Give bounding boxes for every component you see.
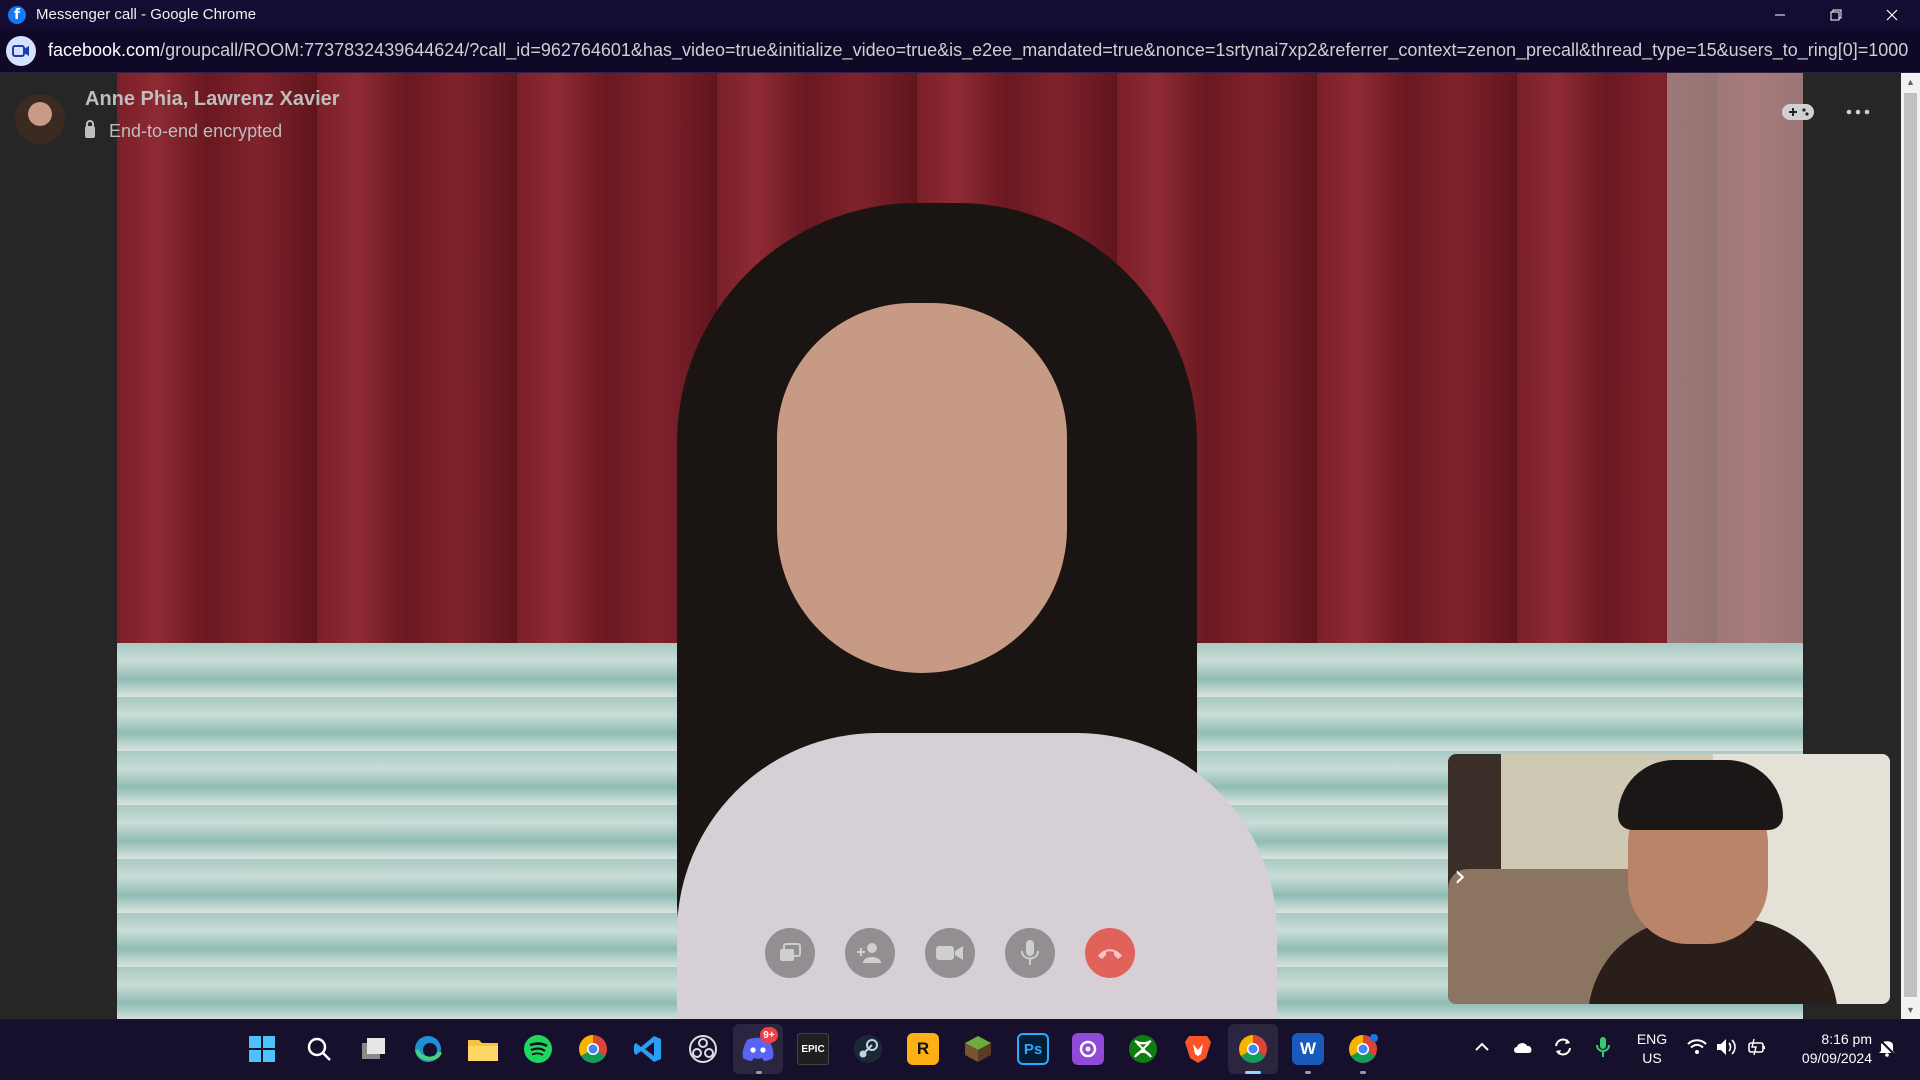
restore-button[interactable]	[1808, 0, 1864, 29]
url-host: facebook.com	[48, 40, 161, 60]
steam-icon[interactable]	[852, 1033, 884, 1065]
share-screen-button[interactable]	[765, 928, 815, 978]
phone-hangup-icon	[1098, 949, 1122, 959]
more-options-button[interactable]	[1840, 99, 1876, 125]
window-title: Messenger call - Google Chrome	[36, 6, 257, 23]
share-screen-icon	[780, 943, 801, 961]
avatar[interactable]	[15, 94, 65, 144]
minimize-button[interactable]	[1752, 0, 1808, 29]
minecraft-icon[interactable]	[962, 1033, 994, 1065]
taskbar	[0, 1019, 1920, 1080]
encryption-text: End-to-end encrypted	[109, 121, 283, 141]
minimize-icon	[1775, 14, 1785, 15]
region-code: US	[1642, 1050, 1662, 1066]
chrome-icon[interactable]	[1347, 1033, 1379, 1065]
language-code: ENG	[1636, 1031, 1668, 1047]
chrome-icon[interactable]	[577, 1033, 609, 1065]
add-people-button[interactable]	[845, 928, 895, 978]
chrome-icon[interactable]	[1237, 1033, 1269, 1065]
remote-participant	[777, 303, 1067, 673]
lock-icon	[85, 119, 95, 138]
edge-icon[interactable]	[412, 1033, 444, 1065]
rockstar-icon[interactable]: R	[907, 1033, 939, 1065]
url-path: /groupcall/ROOM:7737832439644624/?call_i…	[160, 40, 1908, 60]
encryption-status: End-to-end encrypted	[85, 119, 283, 142]
facebook-icon: f	[8, 5, 26, 24]
address-bar[interactable]: facebook.com/groupcall/ROOM:773783243964…	[0, 29, 1920, 73]
notification-bell-icon[interactable]	[1876, 1036, 1898, 1058]
spotify-icon[interactable]	[522, 1033, 554, 1065]
obs-icon[interactable]	[687, 1033, 719, 1065]
self-view-video[interactable]: ›	[1448, 754, 1890, 1004]
microphone-in-use-icon[interactable]	[1592, 1036, 1614, 1058]
chevron-up-icon[interactable]	[1471, 1036, 1493, 1058]
word-icon[interactable]: W	[1292, 1033, 1324, 1065]
page-scrollbar[interactable]: ▲ ▼	[1901, 73, 1920, 1019]
scroll-thumb[interactable]	[1904, 93, 1917, 997]
video-button[interactable]	[925, 928, 975, 978]
scroll-up-icon[interactable]: ▲	[1901, 73, 1920, 91]
video-camera-icon	[936, 946, 963, 960]
restore-icon	[1830, 9, 1842, 20]
folder-icon[interactable]	[467, 1033, 499, 1065]
photoshop-icon[interactable]: Ps	[1017, 1033, 1049, 1065]
url-text[interactable]: facebook.com/groupcall/ROOM:773783243964…	[48, 40, 1908, 61]
microphone-button[interactable]	[1005, 928, 1055, 978]
microphone-icon	[1021, 940, 1039, 965]
scroll-down-icon[interactable]: ▼	[1901, 1001, 1920, 1019]
epic-games-icon[interactable]: EPIC	[797, 1033, 829, 1065]
windows-icon[interactable]	[246, 1033, 278, 1065]
discord-badge: 9+	[760, 1027, 778, 1043]
title-bar: f Messenger call - Google Chrome	[0, 0, 1920, 29]
close-icon	[1886, 9, 1898, 20]
more-options-icon	[1846, 109, 1870, 115]
close-window-button[interactable]	[1864, 0, 1920, 29]
battery-icon[interactable]	[1746, 1036, 1768, 1058]
clock-date: 09/09/2024	[1801, 1050, 1872, 1066]
brave-icon[interactable]	[1182, 1033, 1214, 1065]
games-icon	[1782, 104, 1814, 120]
search-icon[interactable]	[303, 1033, 335, 1065]
volume-icon[interactable]	[1716, 1036, 1738, 1058]
sync-icon[interactable]	[1552, 1036, 1574, 1058]
cloud-icon[interactable]	[1512, 1036, 1534, 1058]
vscode-icon[interactable]	[632, 1033, 664, 1065]
task-view-icon[interactable]	[358, 1033, 390, 1065]
camera-app-icon[interactable]	[1072, 1033, 1104, 1065]
language-indicator[interactable]: ENG US	[1636, 1031, 1668, 1066]
clock[interactable]: 8:16 pm 09/09/2024	[1774, 1031, 1872, 1066]
add-person-icon	[857, 943, 881, 963]
chevron-right-icon[interactable]: ›	[1454, 859, 1466, 894]
xbox-icon[interactable]	[1127, 1033, 1159, 1065]
games-button[interactable]	[1780, 99, 1816, 125]
end-call-button[interactable]	[1085, 928, 1135, 978]
clock-time: 8:16 pm	[1821, 1031, 1872, 1047]
participants-title: Anne Phia, Lawrenz Xavier	[85, 88, 340, 110]
camera-in-use-icon[interactable]	[6, 35, 36, 66]
wifi-icon[interactable]	[1686, 1036, 1708, 1058]
